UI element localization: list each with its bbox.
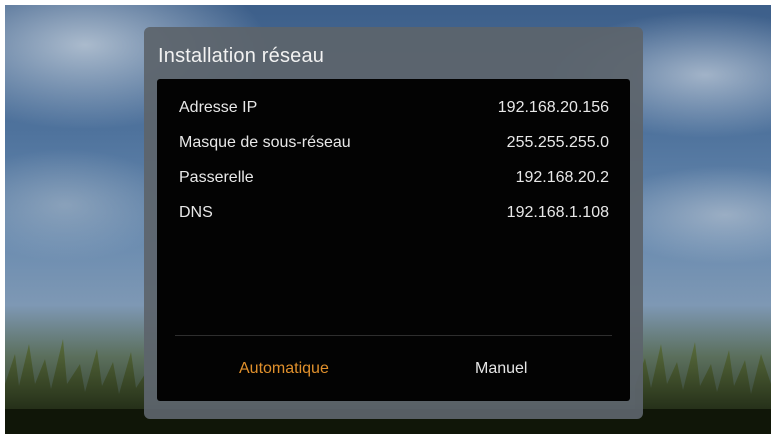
network-setup-dialog: Installation réseau Adresse IP 192.168.2… bbox=[144, 27, 643, 419]
dialog-title: Installation réseau bbox=[158, 45, 325, 67]
field-row-subnet-mask: Masque de sous-réseau 255.255.255.0 bbox=[179, 134, 609, 156]
field-label: Adresse IP bbox=[179, 99, 258, 116]
field-value: 192.168.1.108 bbox=[506, 204, 609, 221]
field-value: 192.168.20.2 bbox=[515, 169, 609, 186]
manual-button[interactable]: Manuel bbox=[475, 360, 527, 378]
field-row-dns: DNS 192.168.1.108 bbox=[179, 204, 609, 226]
field-row-ip: Adresse IP 192.168.20.156 bbox=[179, 99, 609, 121]
divider bbox=[175, 335, 612, 336]
field-value: 192.168.20.156 bbox=[497, 99, 609, 116]
automatic-button[interactable]: Automatique bbox=[239, 360, 329, 378]
field-row-gateway: Passerelle 192.168.20.2 bbox=[179, 169, 609, 191]
field-value: 255.255.255.0 bbox=[506, 134, 609, 151]
field-label: Masque de sous-réseau bbox=[179, 134, 351, 151]
field-label: Passerelle bbox=[179, 169, 254, 186]
field-label: DNS bbox=[179, 204, 213, 221]
network-info-panel: Adresse IP 192.168.20.156 Masque de sous… bbox=[157, 79, 630, 401]
tv-screen: Installation réseau Adresse IP 192.168.2… bbox=[5, 5, 771, 434]
